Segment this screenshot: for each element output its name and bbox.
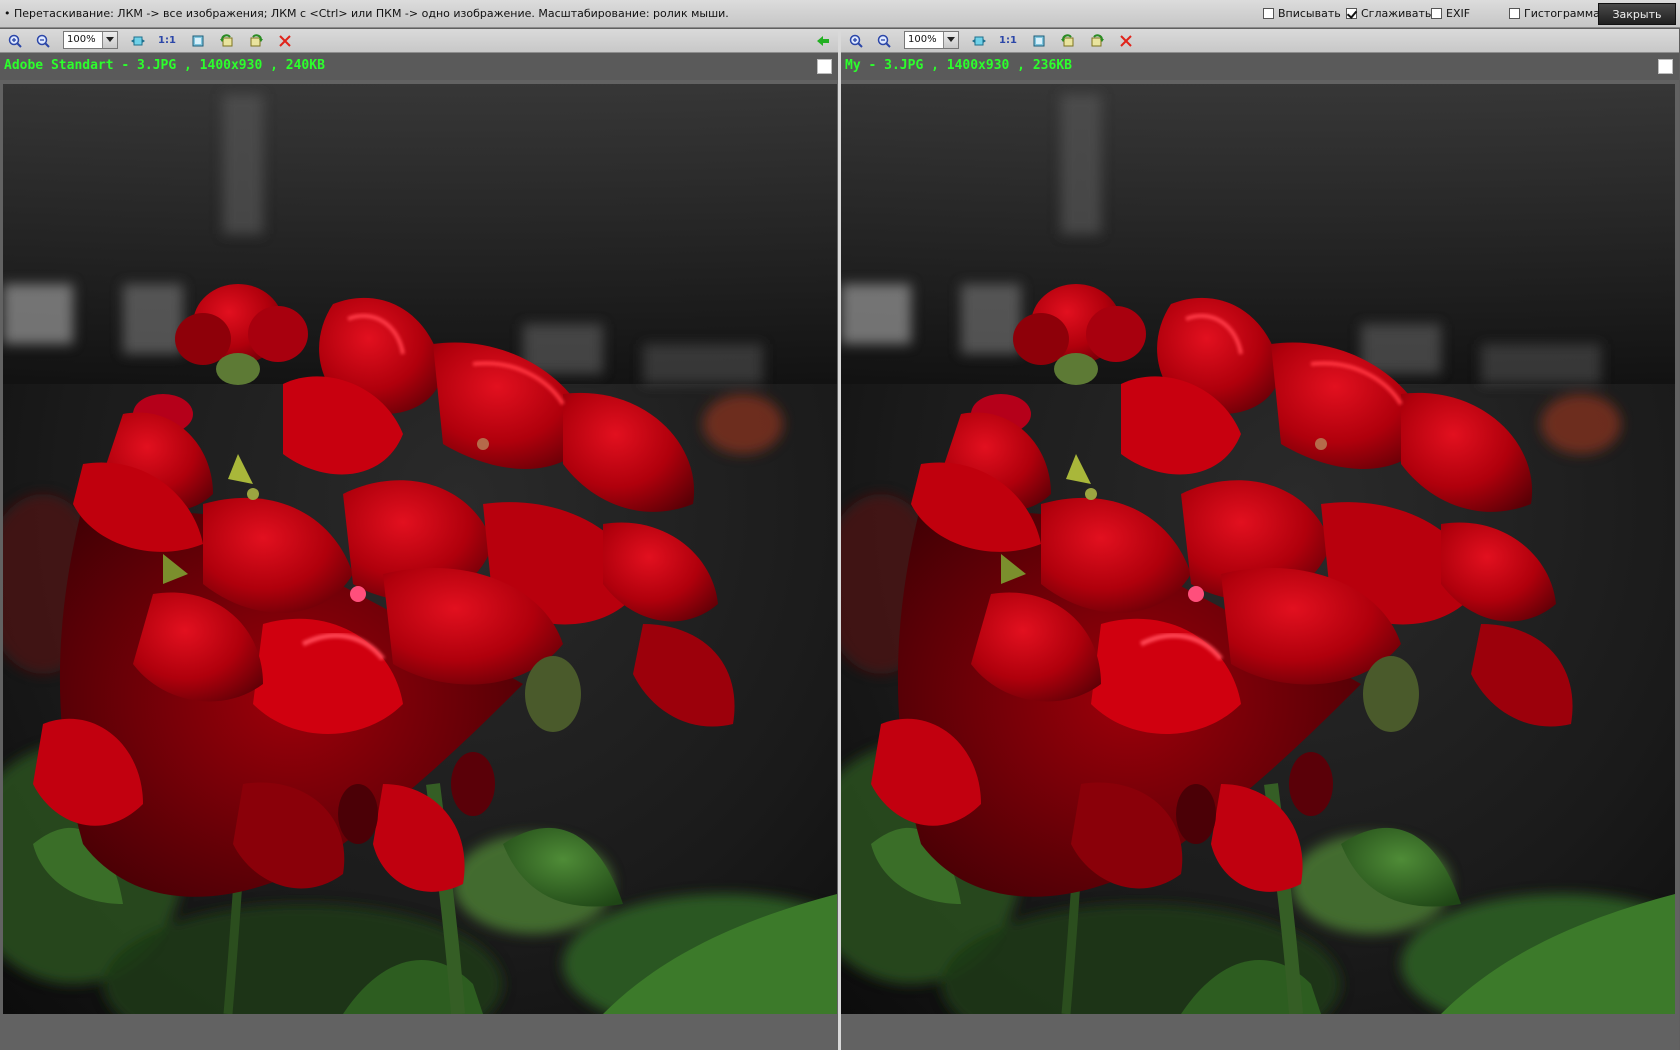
- left-image-pane[interactable]: 100% 1:1 Adobe Standart - 3.JPG , 1400x9…: [0, 29, 838, 1050]
- left-select-box[interactable]: [817, 59, 832, 74]
- rotate-right-icon[interactable]: [1088, 32, 1106, 49]
- smooth-label: Сглаживать: [1361, 7, 1432, 20]
- zoom-value: 100%: [67, 34, 96, 45]
- zoom-select[interactable]: 100%: [63, 31, 118, 49]
- fit-option[interactable]: Вписывать: [1263, 7, 1341, 20]
- right-bottom-strip: [841, 1014, 1679, 1050]
- chevron-down-icon[interactable]: [943, 32, 958, 48]
- smooth-checkbox[interactable]: [1346, 8, 1357, 19]
- fit-window-icon[interactable]: [1030, 32, 1048, 49]
- actual-size-icon[interactable]: 1:1: [158, 32, 176, 49]
- fit-icon[interactable]: [970, 32, 988, 49]
- zoom-select[interactable]: 100%: [904, 31, 959, 49]
- actual-size-icon[interactable]: 1:1: [999, 32, 1017, 49]
- fit-icon[interactable]: [129, 32, 147, 49]
- right-info-bar: My - 3.JPG , 1400x930 , 236KB: [841, 53, 1679, 80]
- chevron-down-icon[interactable]: [102, 32, 117, 48]
- left-flower-image: [3, 84, 837, 1014]
- histogram-label: Гистограмма: [1524, 7, 1600, 20]
- zoom-out-icon[interactable]: [875, 32, 893, 49]
- left-bottom-strip: [0, 1014, 838, 1050]
- zoom-in-icon[interactable]: [6, 32, 24, 49]
- close-image-icon[interactable]: [1117, 32, 1135, 49]
- histogram-checkbox[interactable]: [1509, 8, 1520, 19]
- left-info-bar: Adobe Standart - 3.JPG , 1400x930 , 240K…: [0, 53, 838, 80]
- fit-label: Вписывать: [1278, 7, 1341, 20]
- right-select-box[interactable]: [1658, 59, 1673, 74]
- close-button[interactable]: Закрыть: [1598, 3, 1676, 25]
- usage-hint: • Перетаскивание: ЛКМ -> все изображения…: [4, 7, 729, 20]
- smooth-option[interactable]: Сглаживать: [1346, 7, 1431, 20]
- arrow-left-icon[interactable]: [814, 32, 832, 49]
- right-flower-image: [841, 84, 1675, 1014]
- right-image-info: My - 3.JPG , 1400x930 , 236KB: [845, 58, 1072, 73]
- fit-window-icon[interactable]: [189, 32, 207, 49]
- left-toolbar: 100% 1:1: [0, 29, 838, 53]
- rotate-left-icon[interactable]: [1059, 32, 1077, 49]
- exif-checkbox[interactable]: [1431, 8, 1442, 19]
- top-bar: • Перетаскивание: ЛКМ -> все изображения…: [0, 0, 1680, 28]
- rotate-left-icon[interactable]: [218, 32, 236, 49]
- fit-checkbox[interactable]: [1263, 8, 1274, 19]
- left-image-info: Adobe Standart - 3.JPG , 1400x930 , 240K…: [4, 58, 325, 73]
- right-toolbar: 100% 1:1: [841, 29, 1679, 53]
- histogram-option[interactable]: Гистограмма: [1509, 7, 1600, 20]
- close-image-icon[interactable]: [276, 32, 294, 49]
- rotate-right-icon[interactable]: [247, 32, 265, 49]
- right-image-pane[interactable]: 100% 1:1 My - 3.JPG , 1400x930 , 236KB: [841, 29, 1679, 1050]
- exif-label: EXIF: [1446, 7, 1471, 20]
- exif-option[interactable]: EXIF: [1431, 7, 1470, 20]
- zoom-value: 100%: [908, 34, 937, 45]
- zoom-in-icon[interactable]: [847, 32, 865, 49]
- left-photo[interactable]: [3, 84, 837, 1014]
- right-photo[interactable]: [841, 84, 1675, 1014]
- zoom-out-icon[interactable]: [34, 32, 52, 49]
